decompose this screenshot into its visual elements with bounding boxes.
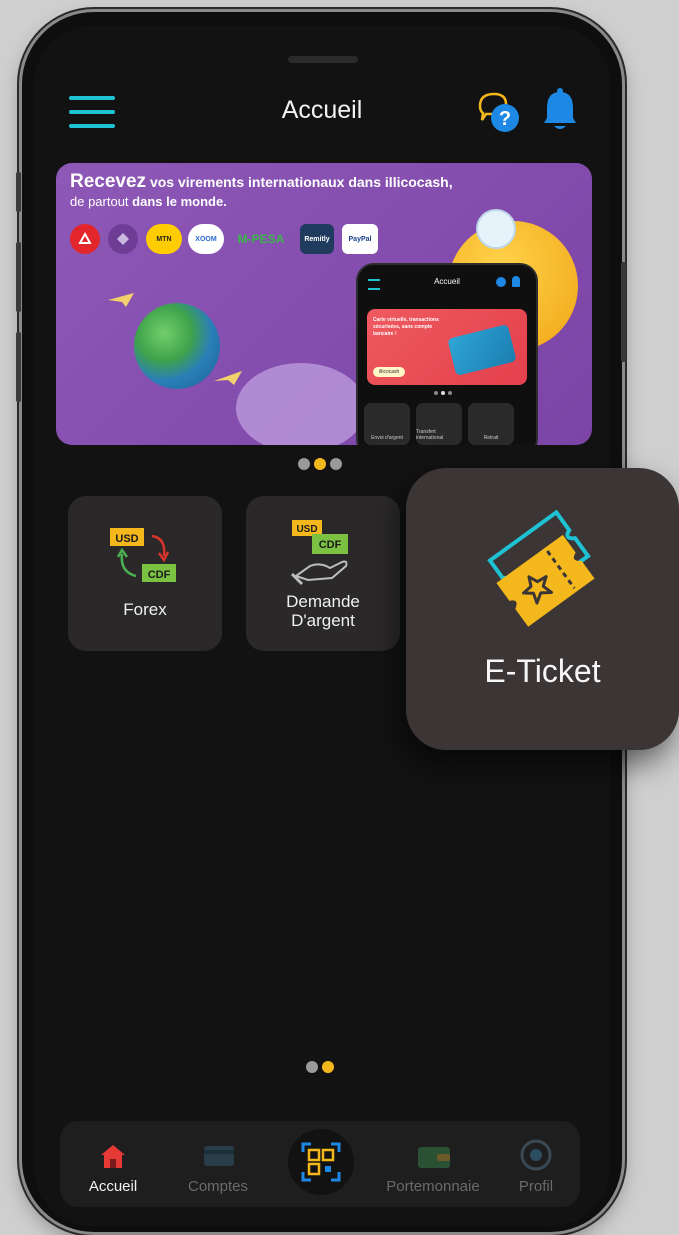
nav-label: Comptes <box>187 1178 249 1195</box>
svg-text:USD: USD <box>115 533 138 545</box>
mini-phone-preview: Accueil Carte virtuelle, transactions sé… <box>356 263 538 445</box>
mini-logo: illicocash <box>373 367 406 377</box>
money-request-tile[interactable]: USD CDF Demande D'argent <box>246 496 400 651</box>
svg-text:CDF: CDF <box>319 539 342 551</box>
help-chat-icon[interactable]: ? <box>474 88 522 136</box>
paper-plane-icon <box>214 371 242 385</box>
card-icon <box>204 1146 234 1166</box>
decorative-bubble <box>236 363 366 445</box>
promo-banner[interactable]: Recevez vos virements internationaux dan… <box>56 163 592 445</box>
partner-logo-mtn: MTN <box>146 224 182 254</box>
ticket-icon <box>487 510 595 627</box>
notification-bell-icon[interactable] <box>542 86 578 132</box>
mini-tile: Retrait <box>468 403 514 445</box>
qr-scan-button[interactable] <box>288 1129 354 1195</box>
nav-portemonnaie[interactable]: Portemonnaie <box>368 1121 498 1207</box>
nav-label: Profil <box>518 1178 554 1195</box>
wallet-icon <box>418 1147 450 1168</box>
grid-pagination[interactable] <box>306 1061 334 1073</box>
svg-text:?: ? <box>499 108 511 130</box>
mini-tile: Envoi d'argent <box>364 403 410 445</box>
home-icon <box>101 1145 125 1168</box>
partner-logo-xoom: XOOM <box>188 224 224 254</box>
globe-icon <box>134 303 220 389</box>
earpiece-speaker <box>288 56 358 63</box>
mini-title: Accueil <box>434 277 460 286</box>
svg-text:CDF: CDF <box>148 569 171 581</box>
nav-accueil[interactable]: Accueil <box>68 1121 158 1207</box>
e-ticket-label: E-Ticket <box>484 653 601 689</box>
nav-comptes[interactable]: Comptes <box>168 1121 268 1207</box>
nav-label: Portemonnaie <box>386 1178 480 1195</box>
partner-logo-paypal: PayPal <box>342 224 378 254</box>
page-title: Accueil <box>281 96 363 124</box>
nav-profil[interactable]: Profil <box>500 1121 572 1207</box>
money-request-icon: USD CDF <box>290 520 348 586</box>
mini-tile: Transfert international <box>416 403 462 445</box>
banner-subline: de partout dans le monde. <box>70 194 227 209</box>
bottom-navigation: Accueil Comptes Portemonnaie Profil <box>60 1121 580 1207</box>
e-ticket-tile[interactable]: E-Ticket <box>406 468 679 750</box>
banner-pagination[interactable] <box>298 458 342 470</box>
mini-promo-card: Carte virtuelle, transactions sécurisées… <box>367 309 527 385</box>
partner-logo-1 <box>70 224 100 254</box>
mini-card-text: Carte virtuelle, transactions sécurisées… <box>373 317 439 337</box>
partner-logo-mpesa: M-PESA <box>237 232 285 246</box>
badge-icon <box>476 209 516 249</box>
forex-label: Forex <box>123 600 167 619</box>
partner-logo-2 <box>108 224 138 254</box>
card-icon <box>447 324 517 376</box>
paper-plane-icon <box>108 293 134 307</box>
currency-exchange-icon: USD CDF <box>110 528 176 582</box>
money-request-label: Demande D'argent <box>286 592 360 630</box>
profile-icon <box>520 1139 552 1171</box>
banner-headline: Recevez vos virements internationaux dan… <box>70 171 453 192</box>
svg-text:USD: USD <box>296 524 317 535</box>
forex-tile[interactable]: USD CDF Forex <box>68 496 222 651</box>
qr-scan-icon <box>301 1142 341 1182</box>
partner-logo-remitly: Remitly <box>300 224 334 254</box>
nav-label: Accueil <box>88 1178 138 1195</box>
